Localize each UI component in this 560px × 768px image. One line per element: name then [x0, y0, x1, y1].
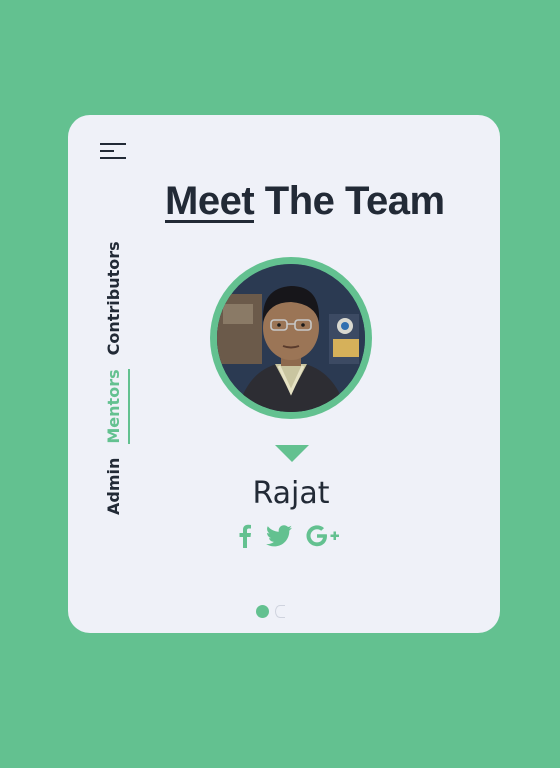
page-title: Meet The Team [165, 177, 455, 225]
twitter-icon[interactable] [266, 524, 292, 552]
avatar-photo-illustration [217, 264, 365, 412]
carousel-dots [256, 605, 285, 618]
pointer-triangle [275, 445, 309, 462]
hamburger-menu-icon[interactable] [100, 141, 126, 161]
tab-mentors[interactable]: Mentors [102, 369, 126, 443]
avatar-ring [210, 257, 372, 419]
social-links [238, 523, 348, 553]
google-plus-icon[interactable] [306, 524, 340, 552]
member-name: Rajat [252, 476, 330, 511]
title-underlined-word: Meet [165, 179, 255, 223]
member-avatar [217, 264, 365, 412]
carousel-dot-2[interactable] [275, 605, 285, 618]
team-card: Meet The Team Admin Mentors Contributors [68, 115, 500, 633]
carousel-dot-1[interactable] [256, 605, 269, 618]
title-rest: The Team [254, 179, 445, 223]
tab-admin[interactable]: Admin [102, 458, 126, 515]
tab-contributors[interactable]: Contributors [102, 241, 126, 355]
facebook-icon[interactable] [238, 524, 252, 553]
